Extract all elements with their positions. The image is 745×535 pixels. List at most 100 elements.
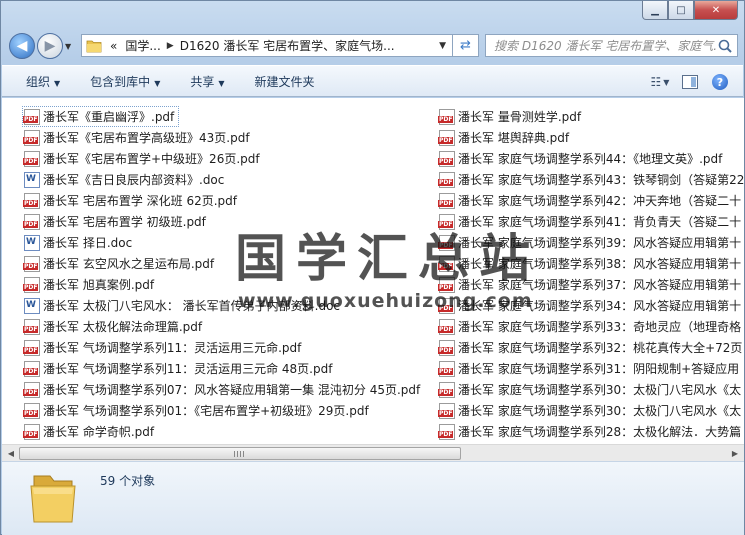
file-name: 潘长军《重启幽浮》.pdf bbox=[43, 110, 175, 124]
pdf-file-icon bbox=[23, 192, 40, 209]
include-in-library-button[interactable]: 包含到库中 ▼ bbox=[90, 73, 160, 90]
file-item[interactable]: 潘长军 太极门八宅风水： 潘长军首传弟子内部资料.doc bbox=[24, 295, 424, 316]
help-icon: ? bbox=[712, 74, 728, 90]
file-item[interactable]: 潘长军 气场调整学系列11：灵活运用三元命.pdf bbox=[23, 337, 424, 358]
file-item[interactable]: 潘长军 家庭气场调整学系列38：风水答疑应用辑第十 bbox=[438, 253, 744, 274]
pdf-file-icon bbox=[23, 339, 40, 356]
file-item[interactable]: 潘长军《宅居布置学高级班》43页.pdf bbox=[23, 127, 424, 148]
file-item[interactable]: 潘长军 家庭气场调整学系列32：桃花真传大全+72页 bbox=[438, 337, 744, 358]
file-item[interactable]: 潘长军 家庭气场调整学系列30：太极门八宅风水《太 bbox=[438, 379, 744, 400]
file-name: 潘长军 堪舆辞典.pdf bbox=[458, 131, 570, 145]
file-item[interactable]: 潘长军 气场调整学系列01：《宅居布置学+初级班》29页.pdf bbox=[23, 400, 424, 421]
file-item[interactable]: 潘长军 择日.doc bbox=[24, 232, 424, 253]
file-name: 潘长军 家庭气场调整学系列41：背负青天（答疑二十 bbox=[458, 215, 742, 229]
forward-button[interactable]: ▶ bbox=[37, 33, 63, 59]
pdf-file-icon bbox=[23, 402, 40, 419]
file-item[interactable]: 潘长军 气场调整学系列07：风水答疑应用辑第一集 混沌初分 45页.pdf bbox=[23, 379, 424, 400]
file-item[interactable]: 潘长军 家庭气场调整学系列44：《地理文英》.pdf bbox=[438, 148, 744, 169]
item-count: 59 个对象 bbox=[100, 474, 156, 488]
address-bar[interactable]: « 国学... ▶ D1620 潘长军 宅居布置学、家庭气场... ▼ bbox=[81, 34, 453, 57]
file-item[interactable]: 潘长军 家庭气场调整学系列42：冲天奔地（答疑二十 bbox=[438, 190, 744, 211]
file-item[interactable]: 潘长军 命学奇帜.pdf bbox=[23, 421, 424, 442]
navigation-bar: ◀ ▶ ▼ « 国学... ▶ D1620 潘长军 宅居布置学、家庭气场... … bbox=[9, 31, 738, 61]
chevron-down-icon: ▼ bbox=[54, 78, 61, 88]
file-item[interactable]: 潘长军 家庭气场调整学系列33：奇地灵应（地理奇格 bbox=[438, 316, 744, 337]
file-item[interactable]: 潘长军 堪舆辞典.pdf bbox=[438, 127, 744, 148]
file-name: 潘长军 家庭气场调整学系列38：风水答疑应用辑第十 bbox=[458, 257, 742, 271]
chevron-right-icon[interactable]: ▶ bbox=[167, 41, 174, 51]
refresh-button[interactable]: ⇄ bbox=[453, 34, 479, 57]
file-item[interactable]: 潘长军 太极化解法命理篇.pdf bbox=[23, 316, 424, 337]
preview-pane-icon bbox=[682, 75, 698, 89]
file-item[interactable]: 潘长军 家庭气场调整学系列31：阴阳规制+答疑应用 bbox=[438, 358, 744, 379]
chevron-down-icon[interactable]: ▼ bbox=[439, 41, 446, 51]
share-button[interactable]: 共享 ▼ bbox=[190, 73, 224, 90]
file-item[interactable]: 潘长军《吉日良辰内部资料》.doc bbox=[24, 169, 424, 190]
file-name: 潘长军 气场调整学系列11：灵活运用三元命.pdf bbox=[43, 341, 302, 355]
refresh-icon: ⇄ bbox=[460, 38, 471, 53]
pdf-file-icon bbox=[23, 360, 40, 377]
help-button[interactable]: ? bbox=[709, 73, 731, 91]
pdf-file-icon bbox=[23, 129, 40, 146]
file-name: 潘长军 太极门八宅风水： 潘长军首传弟子内部资料.doc bbox=[43, 299, 341, 313]
file-item[interactable]: 潘长军 家庭气场调整学系列41：背负青天（答疑二十 bbox=[438, 211, 744, 232]
new-folder-button[interactable]: 新建文件夹 bbox=[255, 73, 315, 90]
command-bar: 组织 ▼ 包含到库中 ▼ 共享 ▼ 新建文件夹 ☷ ▼ ? bbox=[2, 65, 743, 97]
word-doc-icon bbox=[24, 171, 40, 188]
view-controls: ☷ ▼ ? bbox=[641, 73, 731, 91]
scrollbar-thumb[interactable] bbox=[19, 447, 461, 460]
file-item[interactable]: 潘长军 宅居布置学 初级班.pdf bbox=[23, 211, 424, 232]
file-name: 潘长军 气场调整学系列07：风水答疑应用辑第一集 混沌初分 45页.pdf bbox=[43, 383, 421, 397]
recent-pages-dropdown[interactable]: ▼ bbox=[65, 42, 77, 51]
search-icon[interactable] bbox=[717, 38, 733, 54]
view-grid-icon: ☷ bbox=[650, 75, 662, 89]
file-item[interactable]: 潘长军《重启幽浮》.pdf bbox=[22, 106, 180, 127]
file-name: 潘长军 家庭气场调整学系列39：风水答疑应用辑第十 bbox=[458, 236, 742, 250]
file-item[interactable]: 潘长军 家庭气场调整学系列34：风水答疑应用辑第十 bbox=[438, 295, 744, 316]
maximize-button[interactable]: □ bbox=[668, 1, 694, 20]
file-item[interactable]: 潘长军 宅居布置学 深化班 62页.pdf bbox=[23, 190, 424, 211]
file-item[interactable]: 潘长军 气场调整学系列11：灵活运用三元命 48页.pdf bbox=[23, 358, 424, 379]
file-name: 潘长军 家庭气场调整学系列44：《地理文英》.pdf bbox=[458, 152, 723, 166]
file-item[interactable]: 潘长军《宅居布置学+中级班》26页.pdf bbox=[23, 148, 424, 169]
file-name: 潘长军 命学奇帜.pdf bbox=[43, 425, 155, 439]
preview-pane-button[interactable] bbox=[679, 73, 701, 91]
file-item[interactable]: 潘长军 家庭气场调整学系列30：太极门八宅风水《太 bbox=[438, 400, 744, 421]
pdf-file-icon bbox=[23, 423, 40, 440]
file-list-view[interactable]: 潘长军《重启幽浮》.pdf 潘长军《宅居布置学高级班》43页.pdf 潘长军《宅居布… bbox=[2, 98, 744, 444]
scroll-right-button[interactable]: ▶ bbox=[727, 446, 743, 461]
file-name: 潘长军《吉日良辰内部资料》.doc bbox=[43, 173, 225, 187]
file-item[interactable]: 潘长军 量骨测姓学.pdf bbox=[438, 106, 744, 127]
address-overflow[interactable]: « bbox=[110, 39, 117, 53]
horizontal-scrollbar[interactable]: ◀ ▶ bbox=[2, 444, 744, 461]
arrow-left-icon: ◀ bbox=[16, 38, 28, 54]
file-item[interactable]: 潘长军 家庭气场调整学系列39：风水答疑应用辑第十 bbox=[438, 232, 744, 253]
arrow-right-icon: ▶ bbox=[44, 38, 56, 54]
pdf-file-icon bbox=[438, 402, 455, 419]
pdf-file-icon bbox=[438, 297, 455, 314]
pdf-file-icon bbox=[438, 276, 455, 293]
breadcrumb-current-folder[interactable]: D1620 潘长军 宅居布置学、家庭气场... bbox=[180, 37, 395, 54]
word-doc-icon bbox=[24, 297, 40, 314]
scroll-left-button[interactable]: ◀ bbox=[3, 446, 19, 461]
pdf-file-icon bbox=[23, 108, 40, 125]
file-item[interactable]: 潘长军 家庭气场调整学系列43：铁琴铜剑（答疑第22 bbox=[438, 169, 744, 190]
file-name: 潘长军 太极化解法命理篇.pdf bbox=[43, 320, 203, 334]
minimize-button[interactable]: ▁ bbox=[642, 1, 668, 20]
scrollbar-grip bbox=[234, 451, 246, 457]
organize-label: 组织 bbox=[26, 74, 51, 89]
file-item[interactable]: 潘长军 旭真案例.pdf bbox=[23, 274, 424, 295]
search-input[interactable]: 搜索 D1620 潘长军 宅居布置学、家庭气... bbox=[485, 34, 738, 57]
back-button[interactable]: ◀ bbox=[9, 33, 35, 59]
file-name: 潘长军 量骨测姓学.pdf bbox=[458, 110, 582, 124]
breadcrumb-guoxue[interactable]: 国学... bbox=[125, 37, 160, 54]
pdf-file-icon bbox=[438, 171, 455, 188]
close-button[interactable]: ✕ bbox=[694, 1, 738, 20]
file-item[interactable]: 潘长军 家庭气场调整学系列28：太极化解法．大势篇 bbox=[438, 421, 744, 442]
file-item[interactable]: 潘长军 玄空风水之星运布局.pdf bbox=[23, 253, 424, 274]
file-name: 潘长军 家庭气场调整学系列37：风水答疑应用辑第十 bbox=[458, 278, 742, 292]
pdf-file-icon bbox=[23, 381, 40, 398]
file-item[interactable]: 潘长军 家庭气场调整学系列37：风水答疑应用辑第十 bbox=[438, 274, 744, 295]
change-view-button[interactable]: ☷ ▼ bbox=[649, 73, 671, 91]
organize-button[interactable]: 组织 ▼ bbox=[26, 73, 60, 90]
